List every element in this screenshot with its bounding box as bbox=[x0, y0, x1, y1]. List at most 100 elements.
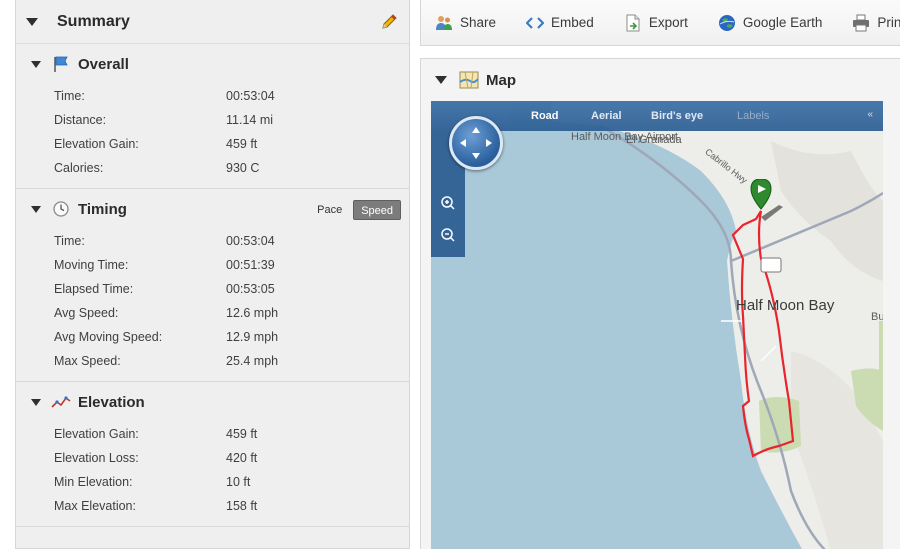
stat-value: 459 ft bbox=[226, 137, 258, 151]
stat-label: Min Elevation: bbox=[54, 475, 133, 489]
overall-stats: Time: 00:53:04 Distance: 11.14 mi Elevatio… bbox=[16, 84, 409, 188]
overall-title: Overall bbox=[78, 55, 129, 73]
stat-value: 25.4 mph bbox=[226, 354, 279, 368]
collapse-triangle-icon[interactable] bbox=[31, 205, 41, 213]
stat-value: 12.9 mph bbox=[226, 330, 279, 344]
stat-label: Avg Speed: bbox=[54, 306, 119, 320]
stat-value: 158 ft bbox=[226, 499, 258, 513]
map-canvas bbox=[431, 101, 883, 549]
zoom-in-icon[interactable] bbox=[440, 195, 456, 211]
map-icon bbox=[459, 71, 479, 89]
stat-row: Time: 00:53:04 bbox=[16, 229, 409, 253]
elevation-title: Elevation bbox=[78, 393, 145, 411]
printer-icon bbox=[852, 14, 870, 32]
pencil-icon[interactable] bbox=[380, 13, 398, 31]
speed-toggle-button[interactable]: Speed bbox=[353, 200, 401, 220]
stat-label: Calories: bbox=[54, 161, 104, 175]
collapse-triangle-icon[interactable] bbox=[31, 60, 41, 68]
stat-label: Elevation Gain: bbox=[54, 137, 139, 151]
map-panel: Map Half Moon Bay Airport El Granada Hal… bbox=[420, 58, 900, 549]
stat-label: Time: bbox=[54, 234, 85, 248]
share-toolbar: Share Embed Export Google Earth Pri bbox=[420, 0, 900, 46]
stat-value: 00:53:04 bbox=[226, 89, 275, 103]
stat-row: Distance: 11.14 mi bbox=[16, 108, 409, 132]
stat-row: Elevation Gain: 459 ft bbox=[16, 422, 409, 446]
elevation-chart-icon bbox=[51, 392, 71, 412]
embed-label: Embed bbox=[551, 15, 594, 30]
summary-header[interactable]: Summary bbox=[16, 0, 409, 44]
embed-button[interactable]: Embed bbox=[526, 14, 594, 32]
print-button[interactable]: Print bbox=[852, 14, 900, 32]
place-label-el-granada: El Granada bbox=[626, 134, 682, 146]
map-title: Map bbox=[486, 71, 516, 89]
export-label: Export bbox=[648, 15, 688, 30]
stat-row: Max Speed: 25.4 mph bbox=[16, 349, 409, 373]
stat-value: 930 C bbox=[226, 161, 260, 175]
stat-row: Time: 00:53:04 bbox=[16, 84, 409, 108]
timing-stats: Time: 00:53:04 Moving Time: 00:51:39 Elaps… bbox=[16, 229, 409, 381]
clock-icon bbox=[51, 199, 71, 219]
embed-code-icon bbox=[526, 14, 545, 32]
stat-label: Elevation Gain: bbox=[54, 427, 139, 441]
pace-toggle-button[interactable]: Pace bbox=[310, 200, 349, 220]
globe-icon bbox=[718, 14, 736, 32]
export-button[interactable]: Export bbox=[624, 14, 688, 32]
stat-row: Moving Time: 00:51:39 bbox=[16, 253, 409, 277]
stat-row: Elevation Loss: 420 ft bbox=[16, 446, 409, 470]
stat-label: Avg Moving Speed: bbox=[54, 330, 163, 344]
pan-compass-icon[interactable] bbox=[449, 116, 503, 170]
map-tab-birds-eye[interactable]: Bird's eye bbox=[651, 110, 703, 122]
stat-row: Elevation Gain: 459 ft bbox=[16, 132, 409, 156]
timing-section: Timing Pace Speed Time: 00:53:04 Moving T… bbox=[16, 189, 409, 382]
stat-value: 420 ft bbox=[226, 451, 258, 465]
print-label: Print bbox=[877, 15, 900, 30]
stat-label: Max Elevation: bbox=[54, 499, 136, 513]
stat-label: Elevation Loss: bbox=[54, 451, 139, 465]
stat-label: Elapsed Time: bbox=[54, 282, 134, 296]
timing-title: Timing bbox=[78, 200, 127, 218]
overall-section: Overall Time: 00:53:04 Distance: 11.14 mi … bbox=[16, 44, 409, 189]
stat-value: 10 ft bbox=[226, 475, 251, 489]
summary-title: Summary bbox=[57, 12, 130, 30]
stat-label: Time: bbox=[54, 89, 85, 103]
elevation-stats: Elevation Gain: 459 ft Elevation Loss: 420… bbox=[16, 422, 409, 526]
stat-value: 00:53:05 bbox=[226, 282, 275, 296]
stat-row: Avg Speed: 12.6 mph bbox=[16, 301, 409, 325]
map-view[interactable]: Half Moon Bay Airport El Granada Half Mo… bbox=[431, 101, 883, 549]
google-earth-button[interactable]: Google Earth bbox=[718, 14, 823, 32]
stat-label: Max Speed: bbox=[54, 354, 121, 368]
zoom-out-icon[interactable] bbox=[440, 227, 456, 243]
stat-row: Calories: 930 C bbox=[16, 156, 409, 180]
share-label: Share bbox=[460, 15, 497, 30]
place-label-half-moon-bay: Half Moon Bay bbox=[736, 297, 835, 314]
collapse-triangle-icon[interactable] bbox=[31, 398, 41, 406]
stat-row: Min Elevation: 10 ft bbox=[16, 470, 409, 494]
stat-label: Distance: bbox=[54, 113, 107, 127]
place-label-burl: Burl bbox=[871, 311, 883, 323]
stat-value: 12.6 mph bbox=[226, 306, 279, 320]
map-tab-labels[interactable]: Labels bbox=[737, 110, 769, 122]
stat-value: 459 ft bbox=[226, 427, 258, 441]
stat-row: Max Elevation: 158 ft bbox=[16, 494, 409, 518]
map-tab-aerial[interactable]: Aerial bbox=[591, 110, 622, 122]
start-pin-icon[interactable] bbox=[749, 179, 783, 221]
collapse-triangle-icon[interactable] bbox=[435, 76, 447, 84]
map-header[interactable]: Map bbox=[421, 59, 900, 101]
stat-value: 00:51:39 bbox=[226, 258, 275, 272]
google-earth-label: Google Earth bbox=[742, 15, 823, 30]
stat-label: Moving Time: bbox=[54, 258, 129, 272]
export-document-icon bbox=[624, 14, 642, 32]
collapse-bar-icon[interactable]: « bbox=[867, 109, 873, 120]
map-tab-road[interactable]: Road bbox=[531, 110, 559, 122]
timing-header[interactable]: Timing Pace Speed bbox=[16, 189, 409, 229]
stat-value: 00:53:04 bbox=[226, 234, 275, 248]
summary-panel: Summary Overall Time: 00:53:04 Distance: 1… bbox=[15, 0, 410, 549]
elevation-header[interactable]: Elevation bbox=[16, 382, 409, 422]
overall-header[interactable]: Overall bbox=[16, 44, 409, 84]
collapse-triangle-icon[interactable] bbox=[26, 17, 38, 26]
share-people-icon bbox=[435, 14, 453, 32]
share-button[interactable]: Share bbox=[435, 14, 496, 32]
stat-value: 11.14 mi bbox=[226, 113, 274, 127]
elevation-section: Elevation Elevation Gain: 459 ft Elevatio… bbox=[16, 382, 409, 527]
flag-icon bbox=[51, 54, 71, 74]
